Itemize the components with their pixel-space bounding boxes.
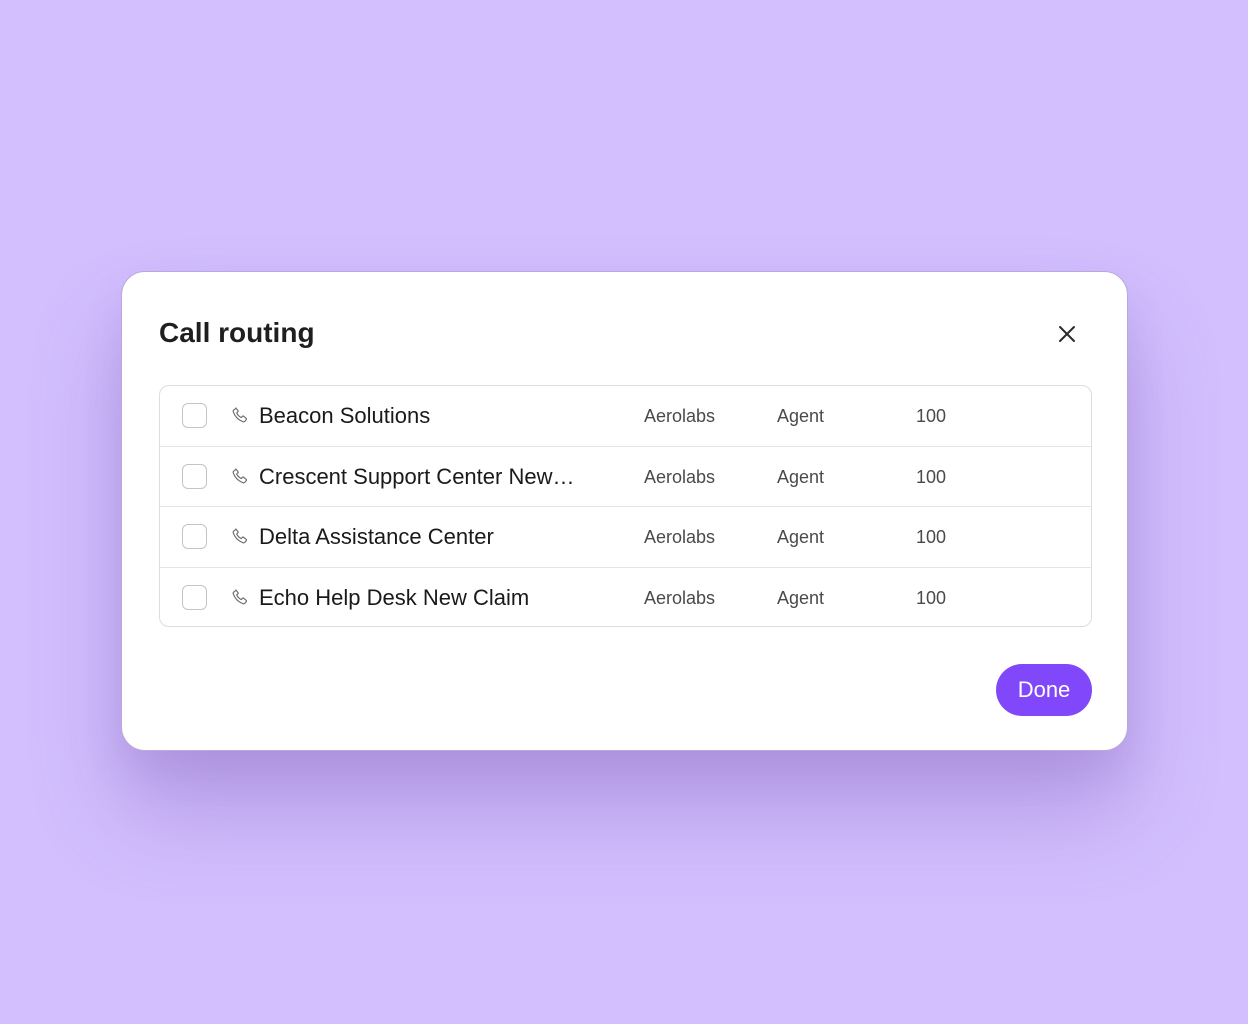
row-name: Echo Help Desk New Claim — [259, 584, 530, 610]
row-checkbox[interactable] — [182, 403, 207, 428]
phone-icon — [232, 588, 248, 604]
dialog-title: Call routing — [159, 317, 315, 348]
row-name: Delta Assistance Center — [259, 524, 494, 549]
phone-icon — [232, 407, 248, 423]
row-number: 100 — [916, 406, 947, 426]
done-button[interactable]: Done — [996, 664, 1092, 716]
row-name: Beacon Solutions — [259, 403, 431, 428]
row-role: Agent — [777, 587, 825, 608]
list-item[interactable]: Delta Assistance Center Aerolabs Agent 1… — [160, 507, 1091, 568]
call-routing-dialog: Call routing Beacon Solutions Aerolabs A… — [121, 271, 1128, 751]
list-item[interactable]: Beacon Solutions Aerolabs Agent 100 — [160, 386, 1091, 447]
row-role: Agent — [777, 466, 825, 487]
close-button[interactable] — [1047, 314, 1087, 354]
row-role: Agent — [777, 406, 825, 426]
row-org: Aerolabs — [644, 406, 716, 426]
phone-icon — [232, 528, 248, 544]
phone-icon — [232, 467, 248, 483]
routing-list: Beacon Solutions Aerolabs Agent 100 Cres… — [159, 385, 1092, 627]
close-icon — [1059, 326, 1075, 342]
row-checkbox[interactable] — [182, 524, 207, 549]
row-org: Aerolabs — [644, 466, 716, 487]
list-item[interactable]: Echo Help Desk New Claim Aerolabs Agent … — [160, 568, 1091, 627]
row-number: 100 — [916, 587, 947, 608]
list-item[interactable]: Crescent Support Center New… Aerolabs Ag… — [160, 447, 1091, 507]
row-org: Aerolabs — [644, 587, 716, 608]
row-role: Agent — [777, 527, 825, 547]
row-checkbox[interactable] — [182, 584, 207, 610]
row-number: 100 — [916, 527, 947, 547]
row-org: Aerolabs — [644, 527, 716, 547]
row-name: Crescent Support Center New… — [259, 463, 575, 489]
row-number: 100 — [916, 466, 947, 487]
row-checkbox[interactable] — [182, 463, 207, 489]
